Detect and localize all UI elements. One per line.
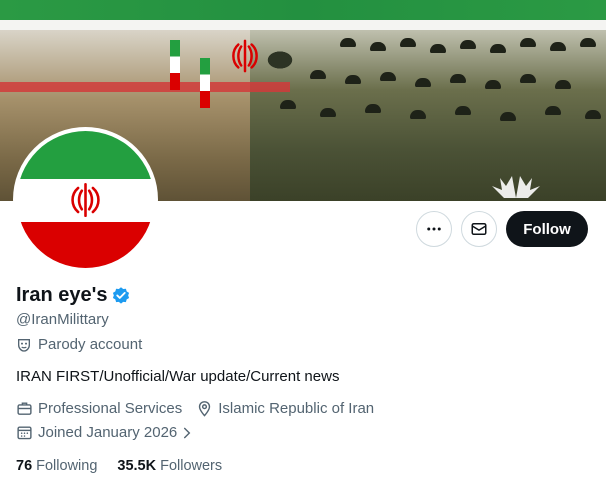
location-text: Islamic Republic of Iran [218,400,375,417]
followers-count: 35.5K [117,458,157,474]
verified-badge-icon[interactable] [111,286,131,306]
banner-flag-red-strip [0,82,290,92]
avatar-flag-green [17,131,154,179]
parody-label: Parody account [16,336,142,353]
profile-meta: Professional Services Islamic Republic o… [16,400,388,417]
category-item: Professional Services [16,400,182,417]
location-pin-icon [199,401,211,417]
location-item: Islamic Republic of Iran [196,400,374,417]
category-text: Professional Services [38,400,183,417]
follow-button[interactable]: Follow [506,211,588,247]
iran-emblem-icon [71,182,100,218]
handle: @IranMilittary [16,311,109,328]
iran-emblem-icon [232,39,258,73]
parody-mask-icon [18,338,30,352]
banner-flag [200,58,210,108]
chevron-right-icon [184,427,191,438]
more-dots-icon [427,227,441,231]
more-options-button[interactable] [416,211,452,247]
following-link[interactable]: 76 Following [16,458,97,474]
watermark-wings-icon [492,176,540,198]
joined-row[interactable]: Joined January 2026 [16,424,194,441]
display-name-row: Iran eye's [16,284,131,307]
message-button[interactable] [461,211,497,247]
following-count: 76 [16,458,33,474]
follow-stats: 76 Following 35.5K Followers [16,458,242,474]
followers-label: Followers [160,458,223,474]
banner-soldiers-crowd [250,30,606,201]
followers-link[interactable]: 35.5K Followers [117,458,222,474]
banner-flag [170,40,180,90]
joined-text: Joined January 2026 [38,424,178,441]
calendar-icon [17,426,32,440]
avatar[interactable] [13,127,158,272]
bio: IRAN FIRST/Unofficial/War update/Current… [16,368,340,385]
parody-label-text: Parody account [38,336,143,353]
banner-flag-green-strip [0,0,606,20]
briefcase-icon [17,402,32,415]
display-name: Iran eye's [16,284,108,306]
avatar-flag-red [17,222,154,268]
envelope-icon [471,223,487,235]
following-label: Following [36,458,98,474]
